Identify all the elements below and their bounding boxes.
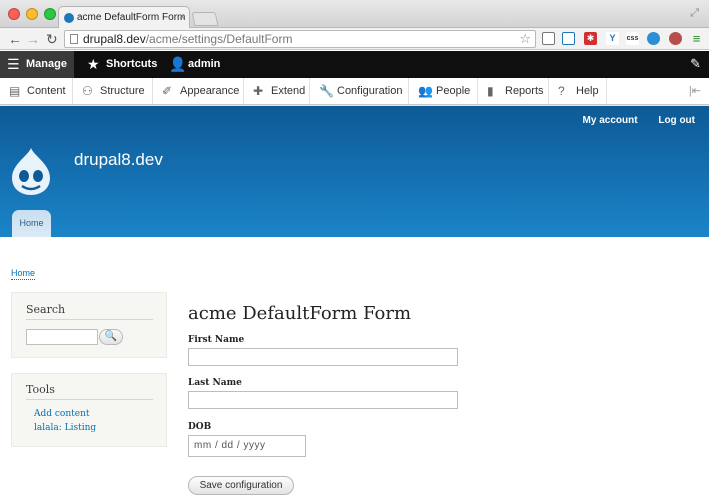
tray-item-extend[interactable]: ✚ Extend bbox=[244, 78, 310, 104]
people-icon: 👥 bbox=[418, 84, 433, 98]
drupal-logo-icon[interactable] bbox=[10, 146, 52, 196]
tools-block: Tools Add content lalala: Listing bbox=[11, 373, 167, 447]
tray-item-content[interactable]: ▤ Content bbox=[0, 78, 73, 104]
tray-item-appearance[interactable]: ✐ Appearance bbox=[153, 78, 244, 104]
address-bar[interactable]: drupal8.dev/acme/settings/DefaultForm ☆ bbox=[64, 30, 536, 48]
first-name-field[interactable] bbox=[188, 348, 458, 366]
drupal-favicon-icon bbox=[64, 13, 74, 23]
admin-tray: ▤ Content ⚇ Structure ✐ Appearance ✚ Ext… bbox=[0, 78, 709, 105]
tray-item-label: People bbox=[436, 85, 471, 97]
cloud-icon[interactable] bbox=[647, 32, 660, 45]
secondary-menu: My account Log out bbox=[565, 115, 695, 126]
star-icon: ★ bbox=[87, 56, 100, 72]
collapse-tray-icon[interactable]: |⇤ bbox=[689, 84, 701, 97]
search-divider bbox=[26, 319, 153, 320]
reload-icon[interactable]: ↻ bbox=[46, 30, 58, 48]
tray-item-people[interactable]: 👥 People bbox=[409, 78, 478, 104]
fullscreen-icon[interactable]: ⤢ bbox=[690, 7, 699, 20]
new-tab-button[interactable] bbox=[191, 12, 219, 26]
tray-item-reports[interactable]: ▮ Reports bbox=[478, 78, 549, 104]
url-path: /acme/settings/DefaultForm bbox=[145, 32, 293, 46]
last-name-label: Last Name bbox=[188, 378, 242, 388]
page-icon bbox=[70, 34, 78, 44]
extend-icon: ✚ bbox=[253, 84, 264, 98]
tab-close-icon[interactable]: × bbox=[179, 7, 185, 29]
tray-item-configuration[interactable]: 🔧 Configuration bbox=[310, 78, 409, 104]
lastpass-icon[interactable]: ✱ bbox=[584, 32, 597, 45]
tray-item-label: Appearance bbox=[180, 85, 240, 97]
search-block: Search 🔍 bbox=[11, 292, 167, 358]
log-out-link[interactable]: Log out bbox=[658, 115, 695, 126]
tray-item-label: Content bbox=[27, 85, 66, 97]
last-name-field[interactable] bbox=[188, 391, 458, 409]
url-domain: drupal8.dev bbox=[83, 32, 146, 46]
record-icon[interactable] bbox=[669, 32, 682, 45]
user-menu-button[interactable]: 👤 admin bbox=[162, 51, 220, 78]
first-name-label: First Name bbox=[188, 335, 245, 345]
wrench-icon: 🔧 bbox=[319, 84, 334, 98]
tray-item-help[interactable]: ? Help bbox=[549, 78, 607, 104]
add-content-link[interactable]: Add content bbox=[34, 409, 90, 419]
y-icon[interactable]: Y bbox=[606, 32, 619, 45]
dob-label: DOB bbox=[188, 422, 212, 432]
css-icon[interactable]: css bbox=[626, 32, 639, 45]
content-icon: ▤ bbox=[9, 84, 21, 98]
zoom-window-button[interactable] bbox=[44, 8, 56, 20]
tray-item-label: Structure bbox=[100, 85, 145, 97]
browser-toolbar: ← → ↻ drupal8.dev/acme/settings/DefaultF… bbox=[0, 28, 709, 50]
tab-title: acme DefaultForm Form | bbox=[77, 12, 190, 23]
user-icon: 👤 bbox=[169, 56, 187, 72]
admin-toolbar: ☰ Manage ★ Shortcuts 👤 admin ✎ bbox=[0, 51, 709, 78]
manage-menu-button[interactable]: ☰ Manage bbox=[0, 51, 74, 78]
shortcuts-button[interactable]: ★ Shortcuts bbox=[80, 51, 157, 78]
dob-date-field[interactable]: mm / dd / yyyy bbox=[188, 435, 306, 457]
site-header: My account Log out drupal8.dev Home bbox=[0, 106, 709, 237]
tray-item-label: Extend bbox=[271, 85, 306, 97]
breadcrumb-home-link[interactable]: Home bbox=[11, 268, 36, 280]
shortcuts-label: Shortcuts bbox=[106, 58, 158, 70]
tools-divider bbox=[26, 399, 153, 400]
search-icon[interactable]: 🔍 bbox=[99, 329, 123, 345]
tools-block-title: Tools bbox=[26, 383, 55, 396]
structure-icon: ⚇ bbox=[82, 84, 93, 98]
back-icon[interactable]: ← bbox=[8, 30, 22, 48]
forward-icon[interactable]: → bbox=[26, 30, 40, 48]
reports-icon: ▮ bbox=[487, 84, 494, 98]
page-title: acme DefaultForm Form bbox=[188, 303, 412, 324]
tray-item-structure[interactable]: ⚇ Structure bbox=[73, 78, 153, 104]
site-name[interactable]: drupal8.dev bbox=[74, 150, 163, 170]
appearance-icon: ✐ bbox=[162, 84, 173, 98]
chrome-menu-icon[interactable]: ≡ bbox=[690, 32, 703, 45]
manage-label: Manage bbox=[26, 58, 67, 70]
hamburger-icon: ☰ bbox=[7, 56, 20, 72]
search-block-title: Search bbox=[26, 303, 66, 316]
my-account-link[interactable]: My account bbox=[583, 115, 638, 126]
browser-titlebar: acme DefaultForm Form | × ⤢ bbox=[0, 0, 709, 29]
bookmark-star-icon[interactable]: ☆ bbox=[519, 31, 531, 47]
listing-link[interactable]: lalala: Listing bbox=[34, 423, 96, 433]
tray-item-label: Reports bbox=[505, 85, 544, 97]
edit-pencil-icon[interactable]: ✎ bbox=[690, 56, 701, 72]
close-window-button[interactable] bbox=[8, 8, 20, 20]
minimize-window-button[interactable] bbox=[26, 8, 38, 20]
save-configuration-button[interactable]: Save configuration bbox=[188, 476, 294, 495]
help-icon: ? bbox=[558, 84, 565, 98]
screenshot-icon[interactable] bbox=[562, 32, 575, 45]
browser-tab[interactable]: acme DefaultForm Form | × bbox=[58, 6, 190, 29]
tray-item-label: Configuration bbox=[337, 85, 403, 97]
admin-label: admin bbox=[188, 58, 221, 70]
search-input[interactable] bbox=[26, 329, 98, 345]
cast-icon[interactable] bbox=[542, 32, 555, 45]
tray-item-label: Help bbox=[576, 85, 599, 97]
main-menu-home-tab[interactable]: Home bbox=[12, 210, 51, 237]
